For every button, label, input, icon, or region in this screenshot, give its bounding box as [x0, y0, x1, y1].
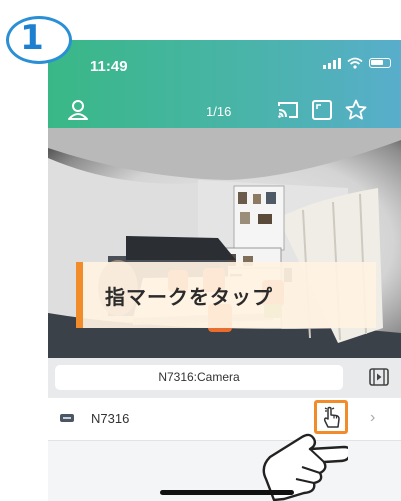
chevron-right-icon[interactable]: ›	[370, 409, 375, 427]
app-header: 11:49 1/16	[48, 40, 401, 128]
film-icon[interactable]	[369, 368, 389, 386]
step-number-badge: 1	[6, 16, 72, 64]
camera-name-field[interactable]: N7316:Camera	[55, 365, 343, 390]
status-icons	[323, 57, 391, 69]
camera-toolbar: 1/16	[48, 96, 401, 126]
camera-counter: 1/16	[206, 104, 232, 119]
phone-screen: 11:49 1/16 指マークをタップ N7316:Camera N7316 ›	[48, 40, 401, 501]
battery-icon	[369, 58, 391, 68]
signal-icon	[323, 57, 341, 69]
pointing-hand-illustration	[262, 433, 348, 501]
device-list-item[interactable]: N7316 ›	[48, 398, 401, 441]
home-indicator[interactable]	[160, 490, 294, 495]
wifi-icon	[347, 57, 363, 69]
instruction-text: 指マークをタップ	[105, 284, 273, 309]
instruction-overlay: 指マークをタップ	[76, 262, 376, 328]
cast-icon[interactable]	[276, 98, 300, 122]
device-icon	[60, 414, 74, 422]
star-icon[interactable]	[344, 98, 368, 122]
device-name: N7316	[91, 411, 130, 426]
status-time: 11:49	[90, 58, 128, 75]
camera-name-bar: N7316:Camera	[48, 358, 401, 398]
fullscreen-icon[interactable]	[310, 98, 334, 122]
user-icon[interactable]	[66, 98, 90, 122]
device-list: N7316 ›	[48, 398, 401, 501]
step-number: 1	[20, 18, 44, 58]
